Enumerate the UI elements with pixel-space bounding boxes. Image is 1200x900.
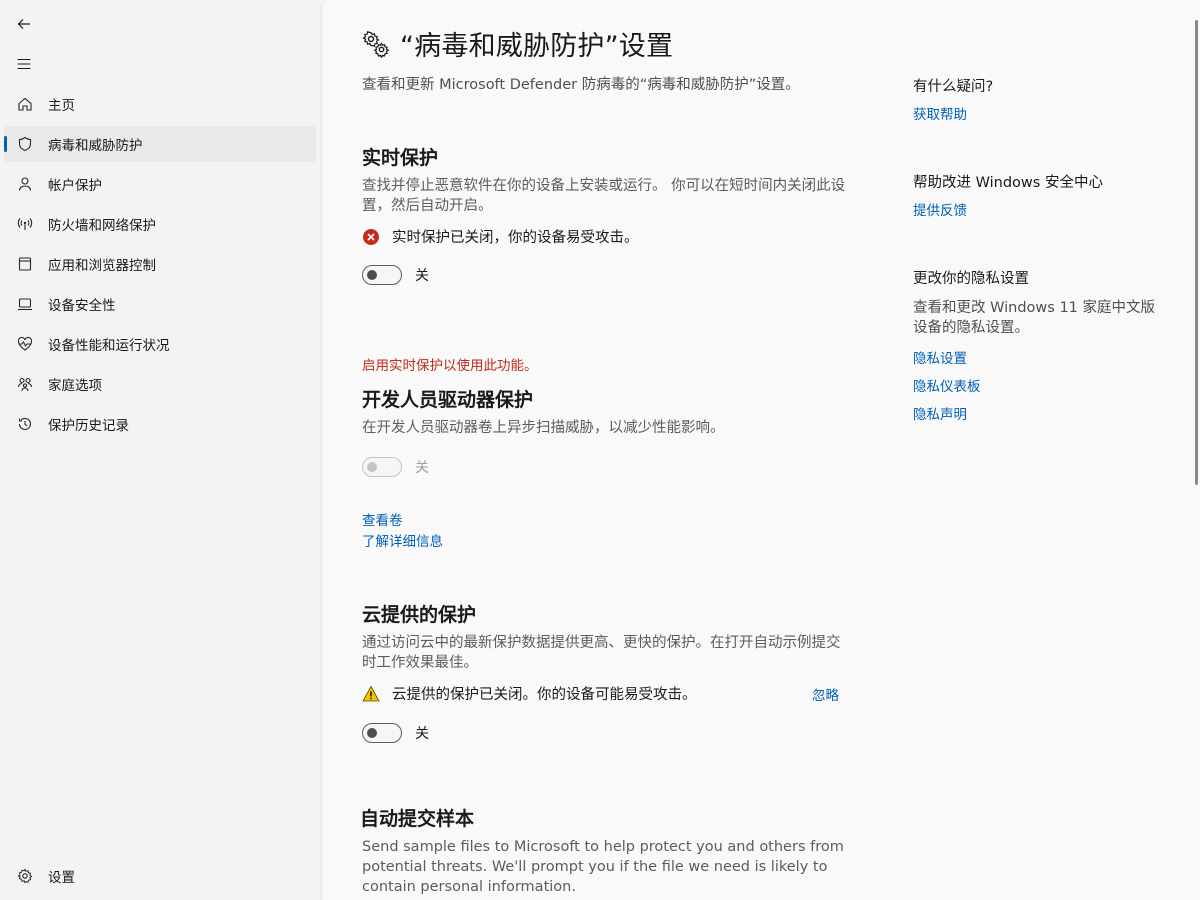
privacy-dashboard-link[interactable]: 隐私仪表板: [913, 375, 981, 395]
cloud-protection-desc: 通过访问云中的最新保护数据提供更高、更快的保护。在打开自动示例提交时工作效果最佳…: [362, 635, 841, 671]
back-arrow-icon: [17, 19, 30, 29]
sidebar-item-home[interactable]: 主页: [4, 86, 316, 122]
page-header: “病毒和威胁防护”设置: [362, 24, 673, 63]
person-icon: [16, 175, 34, 193]
view-volumes-link[interactable]: 查看卷: [362, 509, 403, 529]
page-title: “病毒和威胁防护”设置: [400, 31, 674, 62]
gear-icon: [16, 867, 34, 885]
realtime-status-text: 实时保护已关闭，你的设备易受攻击。: [392, 230, 639, 246]
menu-button[interactable]: [10, 50, 38, 78]
heart-pulse-icon: [16, 335, 34, 353]
toggle-knob: [367, 462, 377, 472]
sidebar-item-label: 设备性能和运行状况: [48, 338, 170, 354]
sidebar-item-label: 帐户保护: [48, 178, 102, 194]
sidebar-item-protection-history[interactable]: 保护历史记录: [4, 406, 316, 442]
improve-heading: 帮助改进 Windows 安全中心: [913, 175, 1103, 191]
main-content: “病毒和威胁防护”设置 查看和更新 Microsoft Defender 防病毒…: [321, 0, 1193, 900]
realtime-toggle-label: 关: [415, 268, 429, 284]
cloud-toggle-row: 关: [362, 723, 429, 743]
laptop-icon: [16, 295, 34, 313]
sample-submission-title: 自动提交样本: [360, 808, 475, 830]
cloud-status-text: 云提供的保护已关闭。你的设备可能易受攻击。: [392, 687, 697, 703]
questions-heading: 有什么疑问?: [913, 79, 994, 95]
history-icon: [16, 415, 34, 433]
cloud-status: 云提供的保护已关闭。你的设备可能易受攻击。: [362, 683, 697, 704]
sidebar-item-label: 设置: [48, 870, 75, 886]
sidebar-item-label: 保护历史记录: [48, 418, 129, 434]
family-icon: [16, 375, 34, 393]
privacy-settings-link[interactable]: 隐私设置: [913, 347, 967, 367]
sidebar-item-settings[interactable]: 设置: [4, 858, 316, 894]
sidebar-item-app-browser[interactable]: 应用和浏览器控制: [4, 246, 316, 282]
sidebar-item-family-options[interactable]: 家庭选项: [4, 366, 316, 402]
sidebar-item-virus-protection[interactable]: 病毒和威胁防护: [4, 126, 316, 162]
realtime-protection-toggle[interactable]: [362, 265, 402, 285]
devdrive-toggle-label: 关: [415, 460, 429, 476]
warning-triangle-icon: [362, 685, 380, 701]
sidebar-item-firewall[interactable]: 防火墙和网络保护: [4, 206, 316, 242]
toggle-knob: [367, 270, 377, 280]
sidebar: 主页 病毒和威胁防护 帐户保护 防火墙和网络保护 应用和浏览器控制 设备安全性 …: [0, 0, 321, 900]
realtime-protection-title: 实时保护: [362, 147, 439, 169]
toggle-knob: [367, 728, 377, 738]
page-subtitle: 查看和更新 Microsoft Defender 防病毒的“病毒和威胁防护”设置…: [362, 77, 800, 93]
devdrive-protection-toggle: [362, 457, 402, 477]
devdrive-warning-text: 启用实时保护以使用此功能。: [362, 358, 538, 374]
realtime-status: 实时保护已关闭，你的设备易受攻击。: [362, 226, 639, 247]
wifi-broadcast-icon: [16, 215, 34, 233]
cloud-protection-title: 云提供的保护: [362, 604, 477, 626]
get-help-link[interactable]: 获取帮助: [913, 103, 967, 123]
privacy-desc: 查看和更改 Windows 11 家庭中文版设备的隐私设置。: [913, 300, 1156, 336]
cloud-toggle-label: 关: [415, 726, 429, 742]
privacy-statement-link[interactable]: 隐私声明: [913, 403, 967, 423]
app-window-icon: [16, 255, 34, 273]
scrollbar-thumb[interactable]: [1195, 20, 1198, 485]
dismiss-link[interactable]: 忽略: [812, 684, 839, 704]
sidebar-item-label: 病毒和威胁防护: [48, 138, 143, 154]
privacy-heading: 更改你的隐私设置: [913, 271, 1029, 287]
windows-security-app: 主页 病毒和威胁防护 帐户保护 防火墙和网络保护 应用和浏览器控制 设备安全性 …: [0, 0, 1200, 900]
sidebar-item-account-protection[interactable]: 帐户保护: [4, 166, 316, 202]
sample-submission-desc: Send sample files to Microsoft to help p…: [362, 839, 844, 895]
sidebar-item-device-performance[interactable]: 设备性能和运行状况: [4, 326, 316, 362]
realtime-protection-desc: 查找并停止恶意软件在你的设备上安装或运行。 你可以在短时间内关闭此设置，然后自动…: [362, 178, 846, 214]
give-feedback-link[interactable]: 提供反馈: [913, 199, 967, 219]
learn-more-link[interactable]: 了解详细信息: [362, 530, 443, 550]
cloud-protection-toggle[interactable]: [362, 723, 402, 743]
devdrive-toggle-row: 关: [362, 457, 429, 477]
selection-indicator: [4, 136, 7, 152]
devdrive-protection-title: 开发人员驱动器保护: [362, 389, 534, 411]
sidebar-item-label: 设备安全性: [48, 298, 116, 314]
sidebar-item-device-security[interactable]: 设备安全性: [4, 286, 316, 322]
devdrive-protection-desc: 在开发人员驱动器卷上异步扫描威胁，以减少性能影响。: [362, 420, 725, 436]
hamburger-menu-icon: [17, 58, 31, 70]
home-icon: [16, 95, 34, 113]
realtime-toggle-row: 关: [362, 265, 429, 285]
gears-icon: [362, 30, 390, 58]
error-circle-icon: [363, 228, 379, 245]
sidebar-item-label: 家庭选项: [48, 378, 102, 394]
back-button[interactable]: [10, 10, 38, 38]
sidebar-item-label: 主页: [48, 98, 75, 114]
shield-icon: [16, 135, 34, 153]
sidebar-item-label: 应用和浏览器控制: [48, 258, 156, 274]
scrollbar-track[interactable]: [1193, 0, 1200, 900]
sidebar-item-label: 防火墙和网络保护: [48, 218, 156, 234]
